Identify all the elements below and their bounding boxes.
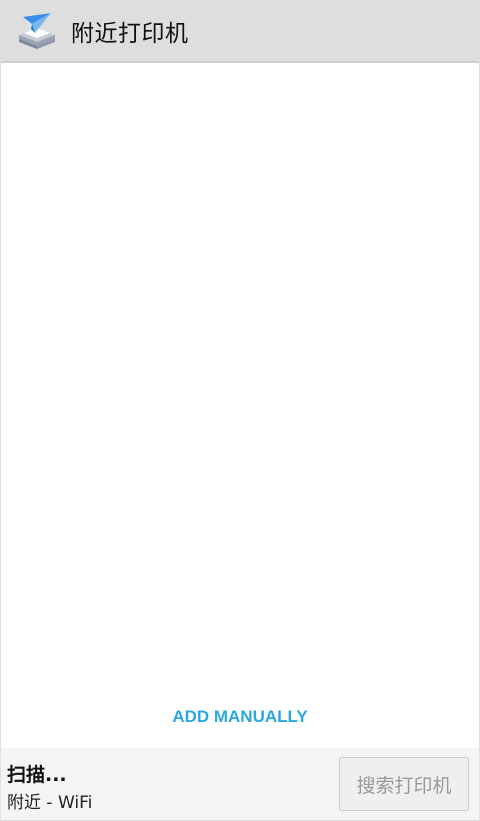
scan-status-subtitle: 附近 - WiFi bbox=[7, 793, 93, 813]
app-header: 附近打印机 bbox=[1, 0, 479, 63]
page-title: 附近打印机 bbox=[71, 20, 189, 47]
search-printers-button[interactable]: 搜索打印机 bbox=[339, 757, 469, 811]
add-manually-button[interactable]: ADD MANUALLY bbox=[1, 704, 479, 730]
printer-paper-plane-icon bbox=[19, 12, 55, 49]
scan-status-title: 扫描... bbox=[7, 764, 67, 786]
printer-list[interactable] bbox=[1, 63, 479, 748]
app-window: 附近打印机 ADD MANUALLY 扫描... 附近 - WiFi 搜索打印机 bbox=[0, 0, 480, 821]
scan-status-bar: 扫描... 附近 - WiFi 搜索打印机 bbox=[1, 748, 479, 820]
